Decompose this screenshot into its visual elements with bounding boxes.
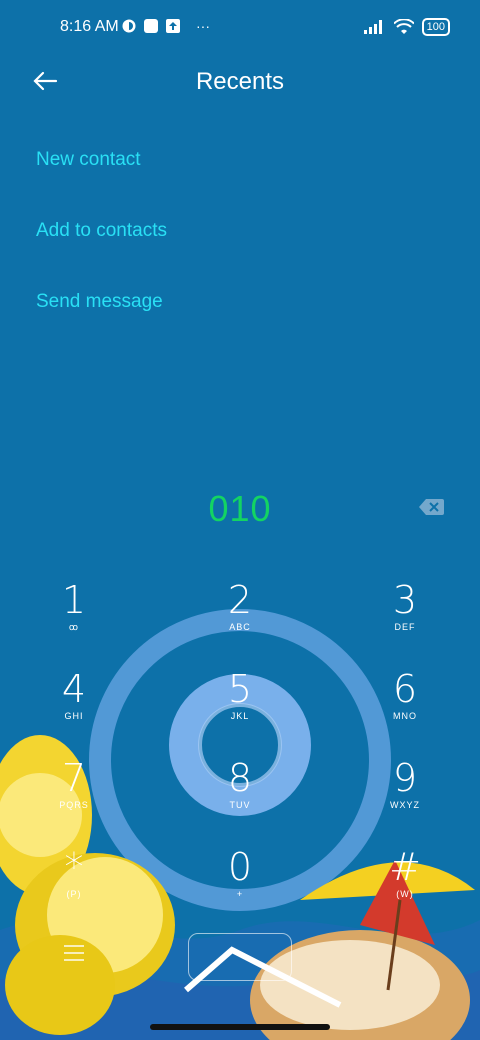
battery-icon: 100 — [421, 18, 450, 36]
key-6[interactable]: 6 MNO — [345, 665, 465, 749]
key-8[interactable]: 8 TUV — [180, 754, 300, 838]
signal-icon — [363, 20, 382, 34]
key-7[interactable]: 7 PQRS — [14, 754, 134, 838]
vpn-icon — [122, 19, 136, 33]
key-0[interactable]: 0 + — [180, 843, 300, 927]
dialed-number: 010 — [208, 488, 272, 529]
home-indicator[interactable] — [150, 1024, 330, 1030]
more-notifications-icon: ··· — [196, 18, 210, 34]
key-9[interactable]: 9 WXYZ — [345, 754, 465, 838]
key-3[interactable]: 3 DEF — [345, 576, 465, 660]
notification-icons: ··· — [122, 18, 210, 34]
status-time: 8:16 AM — [60, 18, 119, 35]
menu-icon[interactable] — [62, 943, 86, 963]
status-bar: 8:16 AM ··· 100 — [0, 0, 480, 56]
top-bar: Recents — [0, 56, 480, 112]
action-menu: New contact Add to contacts Send message — [36, 148, 167, 361]
key-star[interactable]: * (P) — [14, 843, 134, 927]
send-message-option[interactable]: Send message — [36, 290, 167, 361]
key-1[interactable]: 1ꝏ — [14, 576, 134, 660]
system-icons: 100 — [363, 18, 450, 36]
new-contact-option[interactable]: New contact — [36, 148, 167, 219]
key-4[interactable]: 4 GHI — [14, 665, 134, 749]
add-to-contacts-option[interactable]: Add to contacts — [36, 219, 167, 290]
key-hash[interactable]: # (W) — [345, 843, 465, 927]
page-title: Recents — [195, 68, 285, 95]
upload-icon — [166, 19, 180, 33]
wifi-icon — [393, 19, 414, 34]
app-notification-icon — [144, 19, 158, 33]
backspace-icon[interactable] — [418, 498, 444, 516]
call-button[interactable] — [188, 933, 292, 981]
key-5[interactable]: 5 JKL — [180, 665, 300, 749]
key-2[interactable]: 2 ABC — [180, 576, 300, 660]
